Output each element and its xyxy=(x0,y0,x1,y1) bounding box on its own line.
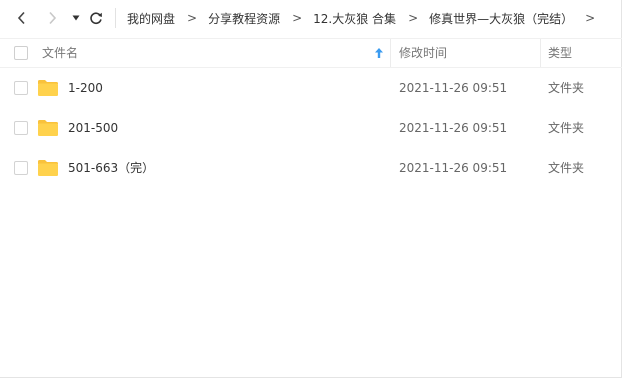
row-checkbox[interactable] xyxy=(14,81,28,95)
toolbar-divider xyxy=(115,8,116,28)
file-name[interactable]: 201-500 xyxy=(68,108,118,148)
column-header-modified-time[interactable]: 修改时间 xyxy=(399,39,447,67)
caret-down-icon xyxy=(72,15,80,21)
column-divider[interactable] xyxy=(390,39,391,67)
chevron-left-icon xyxy=(17,11,25,25)
file-modified-time: 2021-11-26 09:51 xyxy=(399,121,508,135)
file-row[interactable]: 201-500 2021-11-26 09:51 文件夹 xyxy=(0,108,622,148)
sort-ascending-arrow-icon[interactable] xyxy=(374,47,384,59)
forward-button[interactable] xyxy=(42,8,62,28)
file-type: 文件夹 xyxy=(548,161,585,175)
file-name[interactable]: 501-663（完） xyxy=(68,148,154,188)
select-all-checkbox[interactable] xyxy=(14,46,28,60)
refresh-button[interactable] xyxy=(86,8,106,28)
file-modified-time: 2021-11-26 09:51 xyxy=(399,81,508,95)
breadcrumb-item-my-drive[interactable]: 我的网盘 xyxy=(127,10,175,27)
breadcrumb-separator: > xyxy=(292,11,303,25)
file-modified-time: 2021-11-26 09:51 xyxy=(399,161,508,175)
row-checkbox[interactable] xyxy=(14,161,28,175)
refresh-icon xyxy=(90,12,102,25)
folder-icon xyxy=(38,120,58,136)
history-dropdown-button[interactable] xyxy=(66,8,86,28)
file-type: 文件夹 xyxy=(548,81,585,95)
breadcrumb-item-shared-resources[interactable]: 分享教程资源 xyxy=(208,10,280,27)
breadcrumb: 我的网盘 > 分享教程资源 > 12.大灰狼 合集 > 修真世界—大灰狼（完结）… xyxy=(127,0,606,36)
folder-icon xyxy=(38,80,58,96)
breadcrumb-item-current-folder[interactable]: 修真世界—大灰狼（完结） xyxy=(429,10,573,27)
folder-icon xyxy=(38,160,58,176)
chevron-right-icon xyxy=(49,11,57,25)
breadcrumb-item-collection[interactable]: 12.大灰狼 合集 xyxy=(313,10,396,27)
column-header-type[interactable]: 类型 xyxy=(548,39,572,67)
breadcrumb-separator: > xyxy=(585,11,596,25)
file-row[interactable]: 501-663（完） 2021-11-26 09:51 文件夹 xyxy=(0,148,622,188)
breadcrumb-separator: > xyxy=(408,11,419,25)
file-list-header: 文件名 修改时间 类型 xyxy=(0,38,622,68)
navigation-toolbar: 我的网盘 > 分享教程资源 > 12.大灰狼 合集 > 修真世界—大灰狼（完结）… xyxy=(0,0,622,36)
file-type: 文件夹 xyxy=(548,121,585,135)
column-divider[interactable] xyxy=(540,39,541,67)
file-row[interactable]: 1-200 2021-11-26 09:51 文件夹 xyxy=(0,68,622,108)
file-name[interactable]: 1-200 xyxy=(68,68,103,108)
row-checkbox[interactable] xyxy=(14,121,28,135)
back-button[interactable] xyxy=(12,8,32,28)
breadcrumb-separator: > xyxy=(187,11,198,25)
file-browser-window: 我的网盘 > 分享教程资源 > 12.大灰狼 合集 > 修真世界—大灰狼（完结）… xyxy=(0,0,622,378)
column-header-filename[interactable]: 文件名 xyxy=(42,39,78,67)
